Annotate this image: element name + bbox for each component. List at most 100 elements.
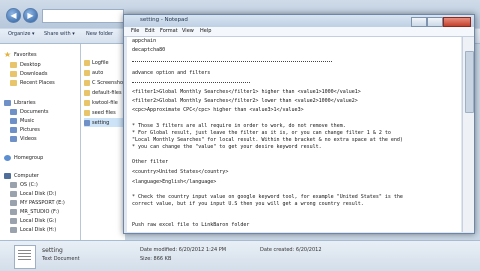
nav-computer[interactable]: Computer: [4, 171, 39, 180]
text-editor[interactable]: appchain decaptcha80 advance option and …: [127, 37, 461, 232]
nav-label: Libraries: [14, 99, 36, 106]
nav-drive-d[interactable]: Local Disk (D:): [10, 189, 56, 198]
forward-arrow-icon: ▶: [27, 11, 34, 20]
list-item[interactable]: C Screenshot: [84, 78, 125, 87]
nav-label: Computer: [14, 172, 39, 179]
folder-icon: [84, 69, 90, 76]
vertical-scrollbar[interactable]: [462, 37, 474, 232]
nav-label: Homegroup: [14, 154, 44, 161]
folder-icon: [84, 109, 90, 116]
nav-recent-places[interactable]: Recent Places: [10, 78, 55, 87]
file-size: Size: 866 KB: [140, 256, 172, 262]
nav-videos[interactable]: Videos: [10, 134, 37, 143]
list-item[interactable]: auto: [84, 68, 103, 77]
menu-edit[interactable]: Edit: [145, 28, 155, 34]
nav-label: MY PASSPORT (E:): [20, 199, 65, 206]
address-bar[interactable]: [42, 9, 124, 23]
computer-icon: [4, 172, 11, 179]
close-button[interactable]: [443, 17, 471, 27]
new-folder-button[interactable]: New folder: [86, 31, 113, 37]
text-line: <filter1>Global Monthly Searches</filter…: [132, 89, 361, 95]
nav-label: Local Disk (G:): [20, 217, 57, 224]
nav-drive-f[interactable]: MR_STUDIO (F:): [10, 207, 59, 216]
date-modified: Date modified: 6/20/2012 1:24 PM: [140, 247, 227, 253]
file-list: Logfile auto C Screenshot default-files …: [81, 44, 125, 240]
text-line: decaptcha80: [132, 47, 166, 53]
text-line: advance option and filters: [132, 70, 211, 76]
nav-drive-g[interactable]: Local Disk (G:): [10, 216, 56, 225]
file-name: kwtool-file: [92, 99, 118, 106]
nav-label: Pictures: [20, 126, 40, 133]
text-line: * Check the country input value on googl…: [132, 194, 403, 200]
minimize-button[interactable]: [411, 17, 427, 27]
menu-bar: File Edit Format View Help: [124, 27, 474, 37]
back-button[interactable]: ◀: [6, 8, 21, 23]
text-line: <cpc>Approximate CPC</cpc> higher than <…: [132, 107, 304, 113]
file-name: auto: [92, 69, 104, 76]
maximize-button[interactable]: [427, 17, 443, 27]
list-item[interactable]: default-files: [84, 88, 122, 97]
nav-label: Favorites: [14, 51, 37, 58]
network-icon: [4, 154, 11, 161]
drive-icon: [10, 217, 17, 224]
text-line: appchain: [132, 38, 157, 44]
text-file-icon: [84, 119, 90, 126]
divider: [132, 60, 332, 62]
share-with-button[interactable]: Share with ▾: [44, 31, 75, 37]
text-line: <country>United States</country>: [132, 169, 229, 175]
nav-pictures[interactable]: Pictures: [10, 125, 40, 134]
nav-label: Videos: [20, 135, 37, 142]
organize-button[interactable]: Organize ▾: [8, 31, 35, 37]
divider: [132, 81, 250, 83]
nav-label: Desktop: [20, 61, 41, 68]
text-line: Other filter: [132, 159, 169, 165]
folder-icon: [10, 61, 17, 68]
folder-icon: [10, 79, 17, 86]
nav-label: MR_STUDIO (F:): [20, 208, 60, 215]
nav-label: Documents: [20, 108, 49, 115]
menu-help[interactable]: Help: [200, 28, 211, 34]
list-item[interactable]: Logfile: [84, 58, 109, 67]
nav-homegroup[interactable]: Homegroup: [4, 153, 43, 162]
file-name: seed files: [92, 109, 116, 116]
nav-label: Music: [20, 117, 35, 124]
drive-icon: [10, 199, 17, 206]
nav-label: Local Disk (D:): [20, 190, 57, 197]
nav-drive-h[interactable]: Local Disk (H:): [10, 225, 56, 234]
forward-button[interactable]: ▶: [23, 8, 38, 23]
text-line: <language>English</language>: [132, 179, 217, 185]
drive-icon: [10, 190, 17, 197]
text-line: <filter2>Global Monthly Searches</filter…: [132, 98, 358, 104]
library-icon: [10, 117, 17, 124]
nav-label: Recent Places: [20, 79, 55, 86]
file-name: C Screenshot: [92, 79, 126, 86]
nav-libraries[interactable]: Libraries: [4, 98, 36, 107]
drive-icon: [10, 208, 17, 215]
file-name: Logfile: [92, 59, 109, 66]
library-icon: [10, 108, 17, 115]
text-line: "Local Monthly Searches" for local resul…: [132, 137, 403, 143]
menu-view[interactable]: View: [182, 28, 194, 34]
nav-documents[interactable]: Documents: [10, 107, 49, 116]
menu-format[interactable]: Format: [160, 28, 178, 34]
nav-label: Downloads: [20, 70, 48, 77]
menu-file[interactable]: File: [131, 28, 139, 34]
selected-file-type: Text Document: [42, 256, 80, 262]
list-item[interactable]: seed files: [84, 108, 116, 117]
library-icon: [4, 99, 11, 106]
navigation-pane: Favorites Desktop Downloads Recent Place…: [0, 44, 81, 240]
nav-music[interactable]: Music: [10, 116, 34, 125]
text-line: * For Global result, just leave the filt…: [132, 130, 391, 136]
nav-favorites[interactable]: Favorites: [4, 50, 37, 59]
scrollbar-thumb[interactable]: [465, 51, 474, 113]
notepad-titlebar[interactable]: setting - Notepad: [124, 15, 474, 27]
list-item[interactable]: kwtool-file: [84, 98, 118, 107]
text-line: * you can change the "value" to get your…: [132, 144, 322, 150]
list-item-selected[interactable]: setting: [84, 118, 124, 127]
text-line: Push raw excel file to LinkBaron folder: [132, 222, 250, 228]
nav-desktop[interactable]: Desktop: [10, 60, 41, 69]
nav-drive-e[interactable]: MY PASSPORT (E:): [10, 198, 65, 207]
file-name: setting: [92, 119, 110, 126]
nav-downloads[interactable]: Downloads: [10, 69, 47, 78]
nav-drive-c[interactable]: OS (C:): [10, 180, 38, 189]
